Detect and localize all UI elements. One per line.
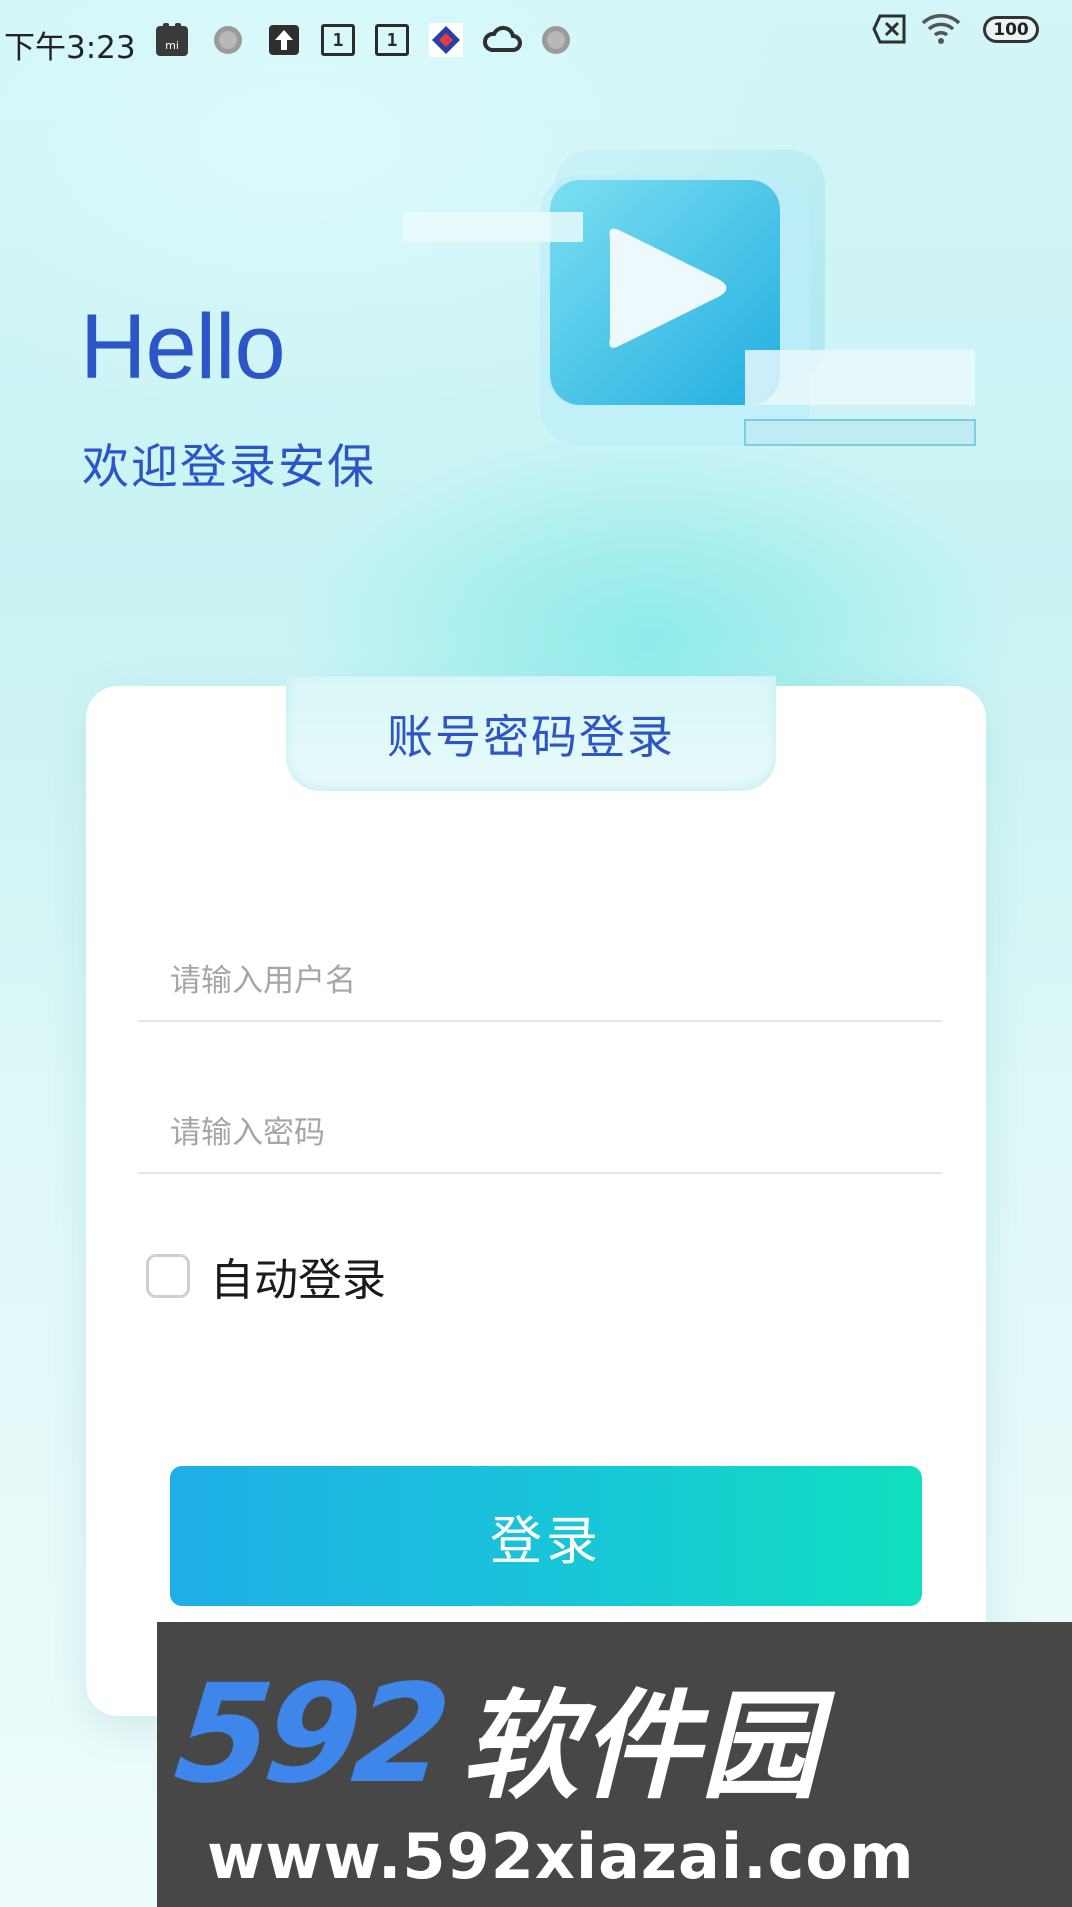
video-play-icon <box>403 150 976 446</box>
status-time: 下午3:23 <box>4 30 136 66</box>
dot-icon <box>542 26 570 54</box>
auto-login-checkbox[interactable] <box>146 1254 190 1298</box>
calendar-icon: 1 <box>321 24 355 56</box>
upload-icon <box>269 25 299 55</box>
svg-text:mi: mi <box>165 39 179 52</box>
auto-login-label: 自动登录 <box>210 1255 386 1306</box>
dot-icon <box>214 26 242 54</box>
battery-indicator: 100 <box>983 16 1039 43</box>
calendar-icon: 1 <box>375 24 409 56</box>
watermark-logo-digits: 592 <box>168 1656 452 1814</box>
login-button-label: 登录 <box>489 1511 602 1572</box>
mi-icon: mi <box>156 23 188 56</box>
app-icon <box>429 23 463 57</box>
watermark-logo-text: 软件园 <box>460 1676 821 1815</box>
login-method-tab[interactable]: 账号密码登录 <box>286 676 776 791</box>
auto-login-option[interactable]: 自动登录 <box>146 1246 386 1306</box>
watermark-url: www.592xiazai.com <box>207 1820 915 1893</box>
username-field <box>138 942 942 1022</box>
username-input[interactable] <box>138 942 942 1020</box>
cloud-icon <box>482 25 522 52</box>
password-field <box>138 1094 942 1174</box>
login-card: 账号密码登录 自动登录 登录 <box>86 676 986 1716</box>
wifi-icon <box>921 14 961 44</box>
status-bar: 下午3:23 mi 1 1 100 <box>0 0 1072 80</box>
login-button[interactable]: 登录 <box>170 1466 922 1606</box>
welcome-text: 欢迎登录安保 <box>82 440 376 495</box>
login-method-title: 账号密码登录 <box>387 709 675 764</box>
watermark-logo: 592 软件园 <box>169 1656 1052 1815</box>
watermark-banner: 592 软件园 www.592xiazai.com <box>157 1622 1072 1907</box>
no-sim-icon <box>872 14 906 44</box>
greeting-heading: Hello <box>80 296 286 398</box>
password-input[interactable] <box>138 1094 942 1172</box>
